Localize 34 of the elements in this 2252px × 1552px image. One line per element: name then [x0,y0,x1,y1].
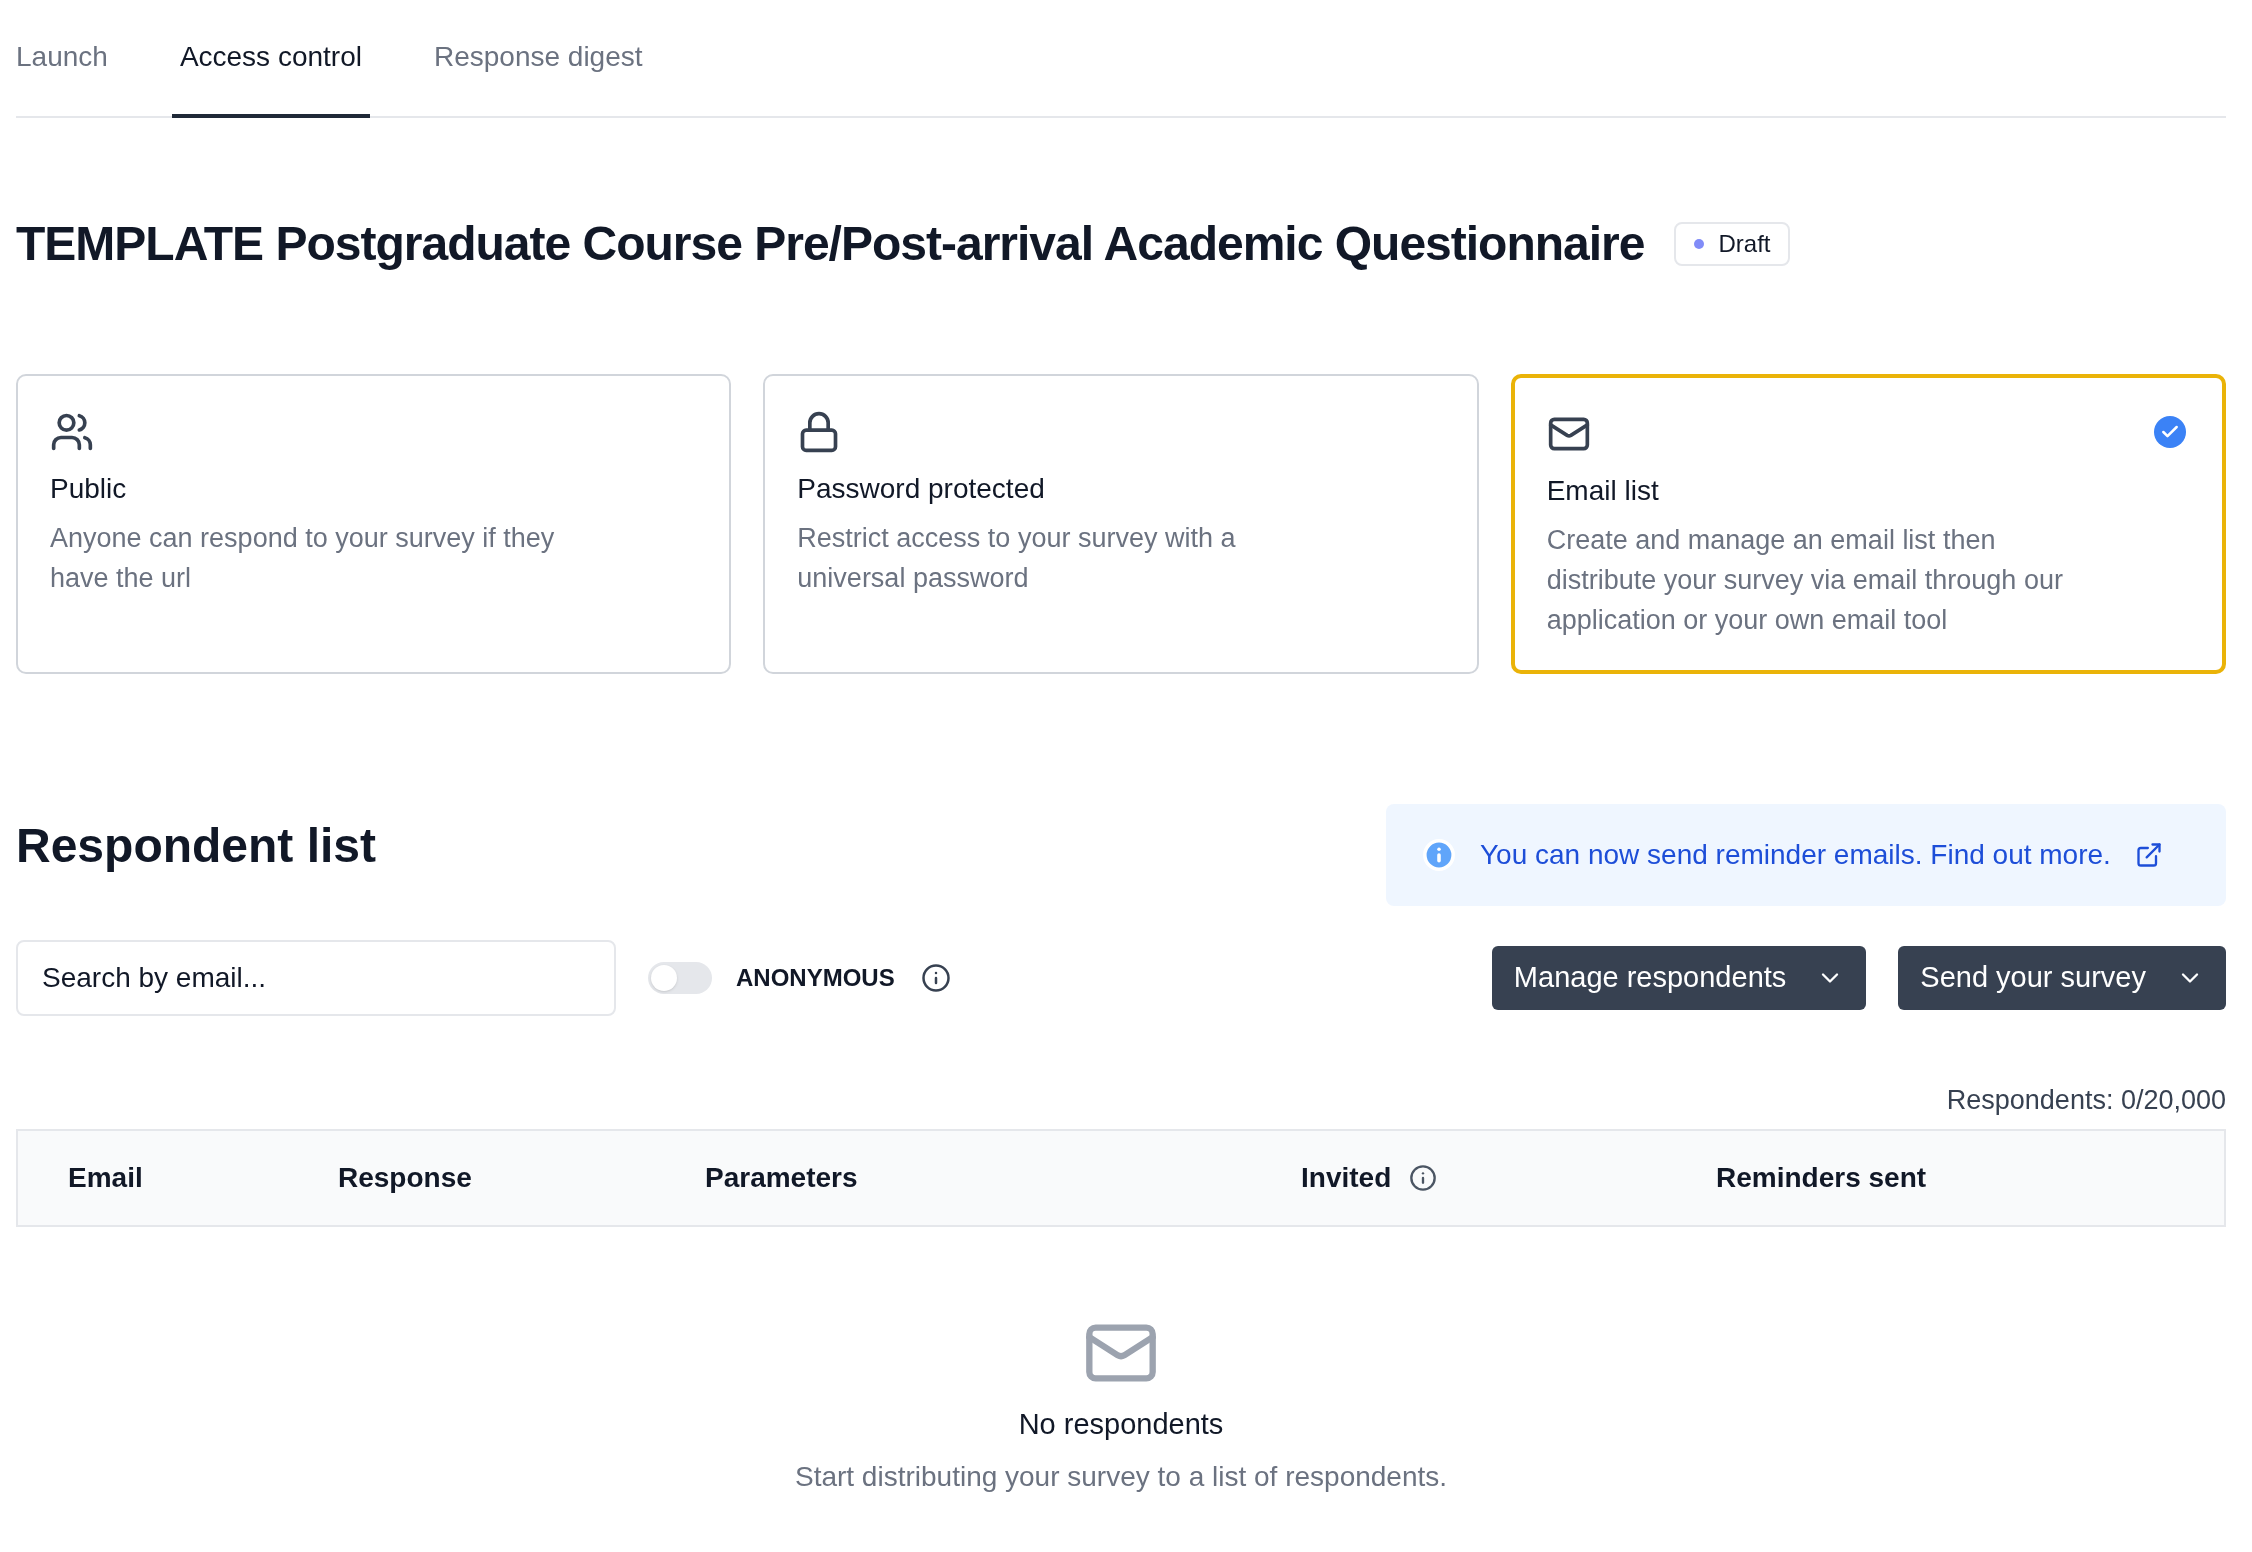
access-option-card[interactable]: Public Anyone can respond to your survey if they have the url [16,374,732,674]
external-link-icon [2134,841,2163,869]
column-header: Email [68,1160,143,1195]
empty-state-message: Start distributing your survey to a list of respondents. [794,1460,1448,1494]
column-header: Invited [1301,1160,1392,1195]
survey-title: TEMPLATE Postgraduate Course Pre/Post-arrival Academic Questionnaire [16,216,1645,272]
tab[interactable]: Launch [8,0,116,118]
column-header: Parameters [705,1160,858,1195]
column-header: Response [338,1160,472,1195]
search-field[interactable]: Search by email... [16,940,616,1016]
empty-state-title: No respondents [1018,1406,1224,1442]
dropdown-button[interactable]: Manage respondents [1491,946,1867,1010]
option-description: Create and manage an email list then distribute your survey via email through our application or your own email tool [1546,524,2064,637]
access-option-card[interactable]: Password protected Restrict access to your survey with a universal password [763,374,1479,674]
column-header: Reminders sent [1716,1160,1927,1195]
status-badge: Draft [1674,222,1791,266]
access-option-card[interactable]: Email list Create and manage an email list then distribute your survey via email through our application or your own email tool [1510,374,2226,674]
option-title: Public [50,472,128,506]
tab[interactable]: Access control [171,0,370,118]
info-icon [1409,1163,1438,1192]
toggle-label: ANONYMOUS [736,963,895,993]
respondent-count: Respondents: 0/20,000 [1945,1084,2226,1117]
section-heading: Respondent list [16,818,377,874]
option-title: Email list [1546,474,1660,508]
option-title: Password protected [797,472,1046,506]
info-link[interactable]: You can now send reminder emails. Find out more. [1480,834,2111,876]
option-description: Restrict access to your survey with a universal password [797,522,1237,595]
info-icon [920,963,951,993]
info-icon [1422,838,1456,872]
anonymous-toggle[interactable] [648,962,712,994]
dropdown-button[interactable]: Send your survey [1898,946,2226,1010]
check-icon [2154,416,2186,448]
tab[interactable]: Response digest [425,0,651,118]
option-description: Anyone can respond to your survey if they have the url [50,522,556,595]
